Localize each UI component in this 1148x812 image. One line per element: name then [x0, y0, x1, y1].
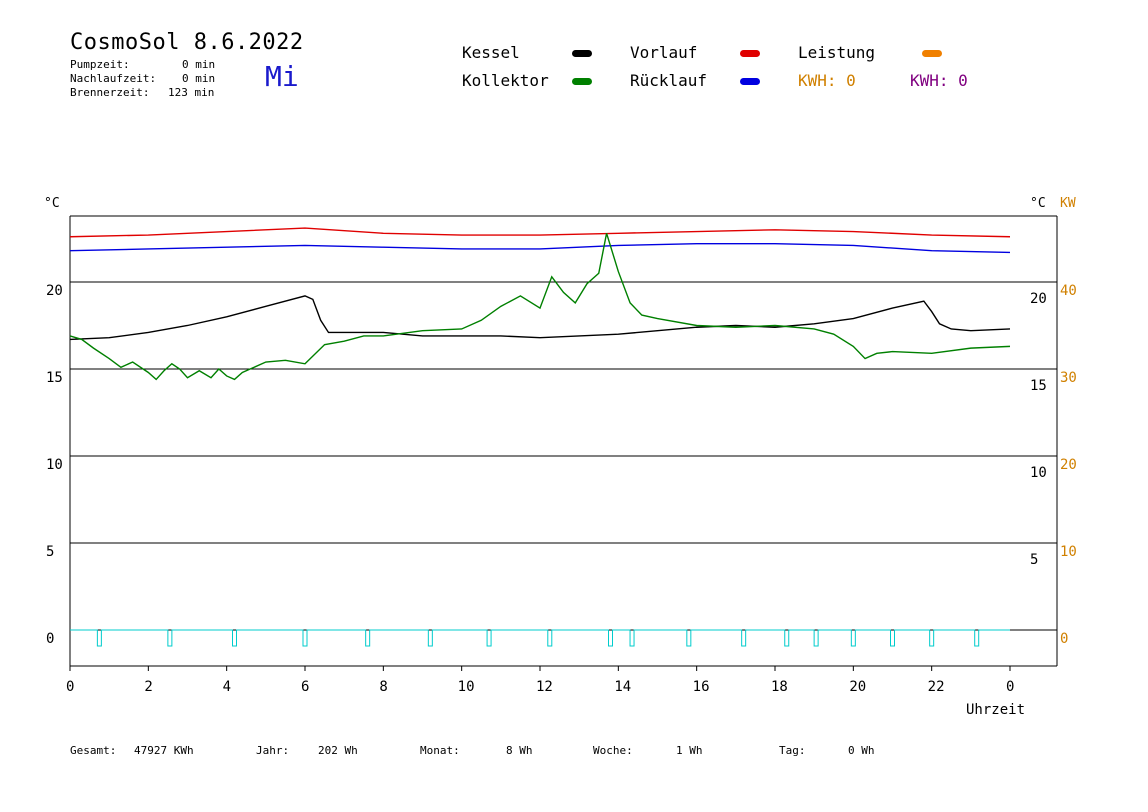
footer-jahr-value: 202 Wh [318, 744, 358, 757]
footer-woche-label: Woche: [593, 744, 633, 757]
y-left-tick-label: 10 [46, 457, 63, 473]
x-tick-label: 22 [928, 679, 945, 695]
footer-tag-label: Tag: [779, 744, 806, 757]
y-right-kw-tick-label: 40 [1060, 283, 1077, 299]
y-right-kw-tick-label: 0 [1060, 631, 1068, 647]
x-axis-label: Uhrzeit [966, 702, 1025, 718]
x-tick-label: 20 [849, 679, 866, 695]
x-tick-label: 0 [66, 679, 74, 695]
series-line-vorlauf [69, 227, 1011, 238]
y-right-celsius-tick-label: 15 [1030, 378, 1047, 394]
y-right-celsius-unit-label: °C [1030, 196, 1046, 211]
y-right-kw-tick-label: 10 [1060, 544, 1077, 560]
y-left-unit-label: °C [44, 196, 60, 211]
footer-monat-value: 8 Wh [506, 744, 533, 757]
y-right-kw-tick-label: 20 [1060, 457, 1077, 473]
x-tick-label: 10 [458, 679, 475, 695]
y-left-tick-label: 5 [46, 544, 54, 560]
y-right-celsius-tick-label: 5 [1030, 552, 1038, 568]
x-tick-label: 4 [223, 679, 231, 695]
footer-gesamt-label: Gesamt: [70, 744, 117, 757]
y-left-tick-label: 15 [46, 370, 63, 386]
x-tick-label: 12 [536, 679, 553, 695]
x-tick-label: 18 [771, 679, 788, 695]
series-line-kollektor [69, 233, 1011, 381]
temperature-chart: °C °C KW Uhrzeit 05101520510152001020304… [44, 196, 1077, 718]
series-line-rcklauf [69, 243, 1011, 254]
x-tick-label: 16 [693, 679, 710, 695]
footer-gesamt-value: 47927 KWh [134, 744, 194, 757]
y-right-celsius-tick-label: 10 [1030, 465, 1047, 481]
x-tick-label: 14 [614, 679, 631, 695]
footer-woche-value: 1 Wh [676, 744, 703, 757]
series-line-pump [70, 629, 1010, 647]
series-line-kessel [69, 295, 1011, 341]
footer-tag-value: 0 Wh [848, 744, 875, 757]
y-left-tick-label: 20 [46, 283, 63, 299]
x-tick-label: 2 [144, 679, 152, 695]
footer-jahr-label: Jahr: [256, 744, 290, 757]
y-right-kw-tick-label: 30 [1060, 370, 1077, 386]
x-tick-label: 0 [1006, 679, 1014, 695]
x-tick-label: 8 [379, 679, 387, 695]
y-right-kw-unit-label: KW [1060, 196, 1076, 211]
y-right-celsius-tick-label: 20 [1030, 291, 1047, 307]
x-tick-label: 6 [301, 679, 309, 695]
y-left-tick-label: 0 [46, 631, 54, 647]
footer-monat-label: Monat: [420, 744, 460, 757]
